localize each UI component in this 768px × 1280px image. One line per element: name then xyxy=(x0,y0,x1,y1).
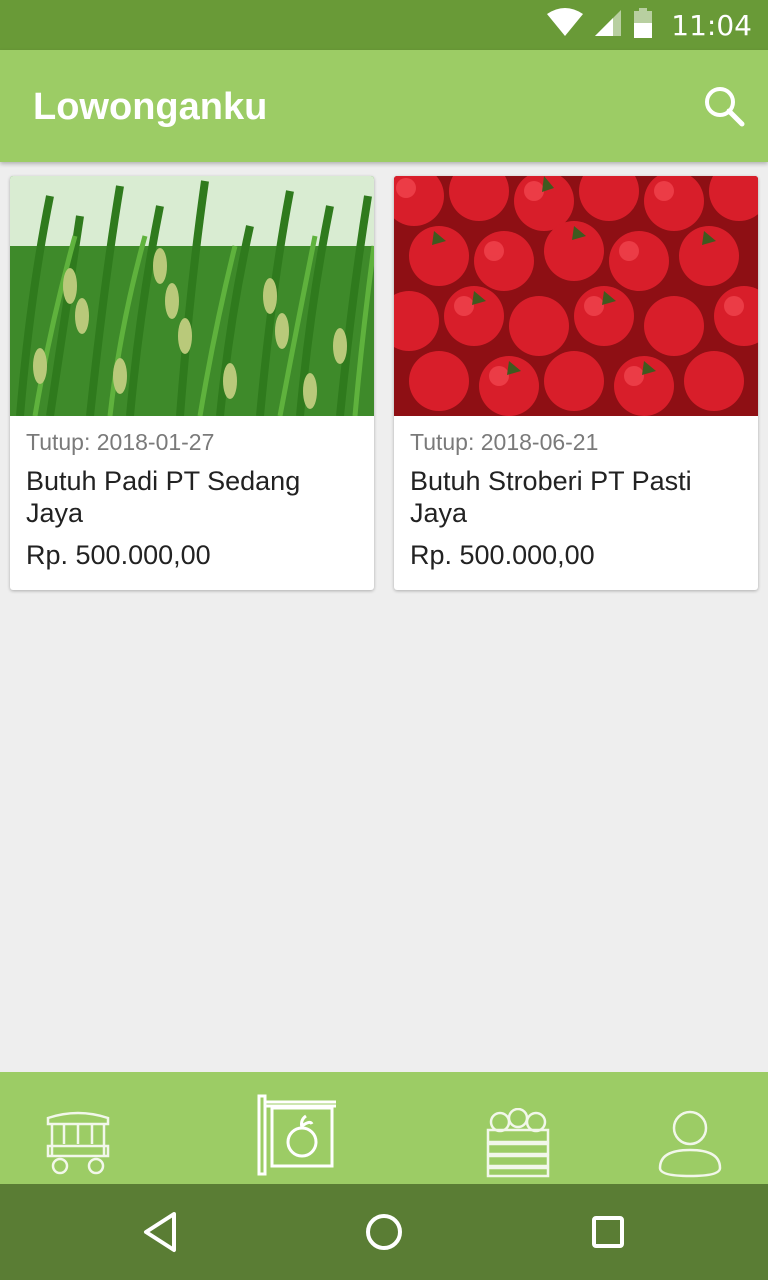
nav-products-tab[interactable] xyxy=(484,1108,552,1180)
app-bar: Lowonganku xyxy=(0,50,768,162)
nav-market-tab[interactable] xyxy=(44,1108,112,1176)
job-price: Rp. 500.000,00 xyxy=(410,540,595,570)
job-close-date: Tutup: 2018-06-21 xyxy=(410,429,599,455)
system-navigation xyxy=(0,1184,768,1280)
home-button[interactable] xyxy=(364,1212,404,1257)
back-icon[interactable] xyxy=(140,1212,180,1258)
status-bar: 11:04 xyxy=(0,0,768,50)
search-icon[interactable] xyxy=(698,87,750,136)
job-image-rice xyxy=(10,176,374,416)
fruit-sign-icon[interactable] xyxy=(256,1094,340,1176)
job-image-strawberries xyxy=(394,176,758,416)
signal-icon xyxy=(593,8,623,43)
battery-icon xyxy=(633,7,653,43)
recents-button[interactable] xyxy=(590,1214,626,1255)
job-close-date: Tutup: 2018-01-27 xyxy=(26,429,215,455)
app-title: Lowonganku xyxy=(33,86,268,128)
search-button[interactable] xyxy=(698,80,750,132)
status-time: 11:04 xyxy=(671,8,752,42)
wifi-icon xyxy=(547,7,584,43)
nav-jobs-tab[interactable] xyxy=(256,1094,340,1176)
market-cart-icon[interactable] xyxy=(44,1108,112,1176)
nav-profile-tab[interactable] xyxy=(656,1108,724,1180)
job-price: Rp. 500.000,00 xyxy=(26,540,211,570)
profile-icon[interactable] xyxy=(656,1108,724,1180)
job-title: Butuh Stroberi PT Pasti Jaya xyxy=(410,466,692,528)
job-card[interactable]: Tutup: 2018-01-27 Butuh Padi PT Sedang J… xyxy=(10,176,374,590)
job-card[interactable]: Tutup: 2018-06-21 Butuh Stroberi PT Past… xyxy=(394,176,758,590)
back-button[interactable] xyxy=(140,1210,180,1259)
recents-icon[interactable] xyxy=(590,1216,626,1254)
job-title: Butuh Padi PT Sedang Jaya xyxy=(26,466,301,528)
home-icon[interactable] xyxy=(364,1214,404,1256)
status-icons: 11:04 xyxy=(547,0,752,50)
bottom-navigation xyxy=(0,1072,768,1184)
produce-crate-icon[interactable] xyxy=(484,1108,552,1180)
